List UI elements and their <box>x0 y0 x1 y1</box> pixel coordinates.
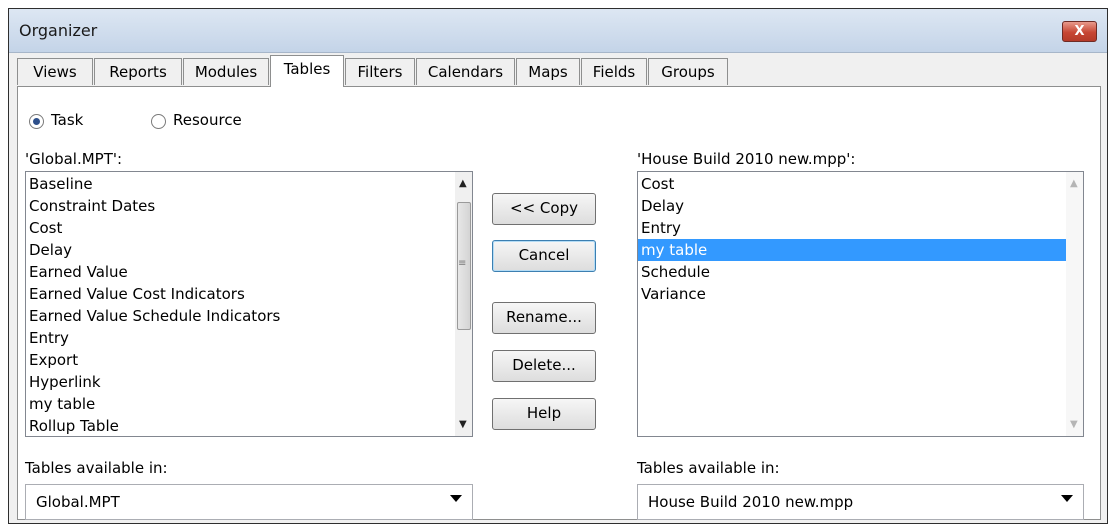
help-button[interactable]: Help <box>492 398 596 430</box>
tab-fields[interactable]: Fields <box>581 58 647 85</box>
left-available-label: Tables available in: <box>25 459 168 477</box>
scroll-down-icon[interactable]: ▼ <box>459 419 467 430</box>
list-item[interactable]: Baseline <box>26 173 472 195</box>
project-tables-list[interactable]: Cost Delay Entry my table Schedule Varia… <box>637 171 1084 437</box>
list-item-selected[interactable]: my table <box>638 239 1083 261</box>
left-available-dropdown[interactable]: Global.MPT <box>25 484 473 520</box>
resource-radio-label: Resource <box>173 111 242 129</box>
list-item[interactable]: my table <box>26 393 472 415</box>
list-item[interactable]: Hyperlink <box>26 371 472 393</box>
list-item[interactable]: Delay <box>26 239 472 261</box>
global-tables-list[interactable]: Baseline Constraint Dates Cost Delay Ear… <box>25 171 473 437</box>
window-title: Organizer <box>19 21 98 40</box>
title-bar: Organizer X <box>9 9 1107 53</box>
list-item[interactable]: Rollup Table <box>26 415 472 436</box>
list-item[interactable]: Earned Value Schedule Indicators <box>26 305 472 327</box>
radio-unselected-icon <box>151 114 166 129</box>
right-list-scrollbar: ▲ ▼ <box>1066 172 1083 436</box>
tab-views[interactable]: Views <box>17 58 93 85</box>
tab-maps[interactable]: Maps <box>516 58 580 85</box>
copy-button[interactable]: << Copy <box>492 193 596 225</box>
list-item[interactable]: Entry <box>638 217 1083 239</box>
tab-tables[interactable]: Tables <box>270 55 344 87</box>
right-available-value: House Build 2010 new.mpp <box>648 493 854 511</box>
list-item[interactable]: Variance <box>638 283 1083 305</box>
left-list-scrollbar[interactable]: ▲ ≡ ▼ <box>455 172 472 436</box>
delete-button[interactable]: Delete... <box>492 350 596 382</box>
cancel-button[interactable]: Cancel <box>492 240 596 272</box>
scroll-up-icon[interactable]: ▲ <box>459 178 467 189</box>
list-item[interactable]: Export <box>26 349 472 371</box>
right-list-caption: 'House Build 2010 new.mpp': <box>637 150 856 168</box>
tab-modules[interactable]: Modules <box>183 58 269 85</box>
tab-groups[interactable]: Groups <box>648 58 728 85</box>
left-available-value: Global.MPT <box>36 493 120 511</box>
scroll-down-icon: ▼ <box>1070 419 1078 430</box>
tab-reports[interactable]: Reports <box>94 58 182 85</box>
organizer-dialog: Organizer X Views Reports Modules Tables… <box>8 8 1108 524</box>
scroll-up-icon: ▲ <box>1070 178 1078 189</box>
list-item[interactable]: Cost <box>26 217 472 239</box>
list-item[interactable]: Entry <box>26 327 472 349</box>
list-item[interactable]: Cost <box>638 173 1083 195</box>
list-item[interactable]: Schedule <box>638 261 1083 283</box>
chevron-down-icon[interactable] <box>450 495 462 502</box>
chevron-down-icon[interactable] <box>1061 495 1073 502</box>
tab-strip: Views Reports Modules Tables Filters Cal… <box>17 55 1107 87</box>
grip-icon: ≡ <box>458 258 467 269</box>
list-item[interactable]: Constraint Dates <box>26 195 472 217</box>
list-item[interactable]: Earned Value Cost Indicators <box>26 283 472 305</box>
right-available-dropdown[interactable]: House Build 2010 new.mpp <box>637 484 1084 520</box>
task-radio-label: Task <box>51 111 84 129</box>
radio-selected-icon <box>29 114 44 129</box>
list-item[interactable]: Earned Value <box>26 261 472 283</box>
left-list-caption: 'Global.MPT': <box>25 150 123 168</box>
rename-button[interactable]: Rename... <box>492 302 596 334</box>
close-icon: X <box>1074 24 1085 39</box>
close-button[interactable]: X <box>1062 21 1097 42</box>
right-available-label: Tables available in: <box>637 459 780 477</box>
tab-calendars[interactable]: Calendars <box>416 58 515 85</box>
tab-filters[interactable]: Filters <box>345 58 415 85</box>
list-item[interactable]: Delay <box>638 195 1083 217</box>
